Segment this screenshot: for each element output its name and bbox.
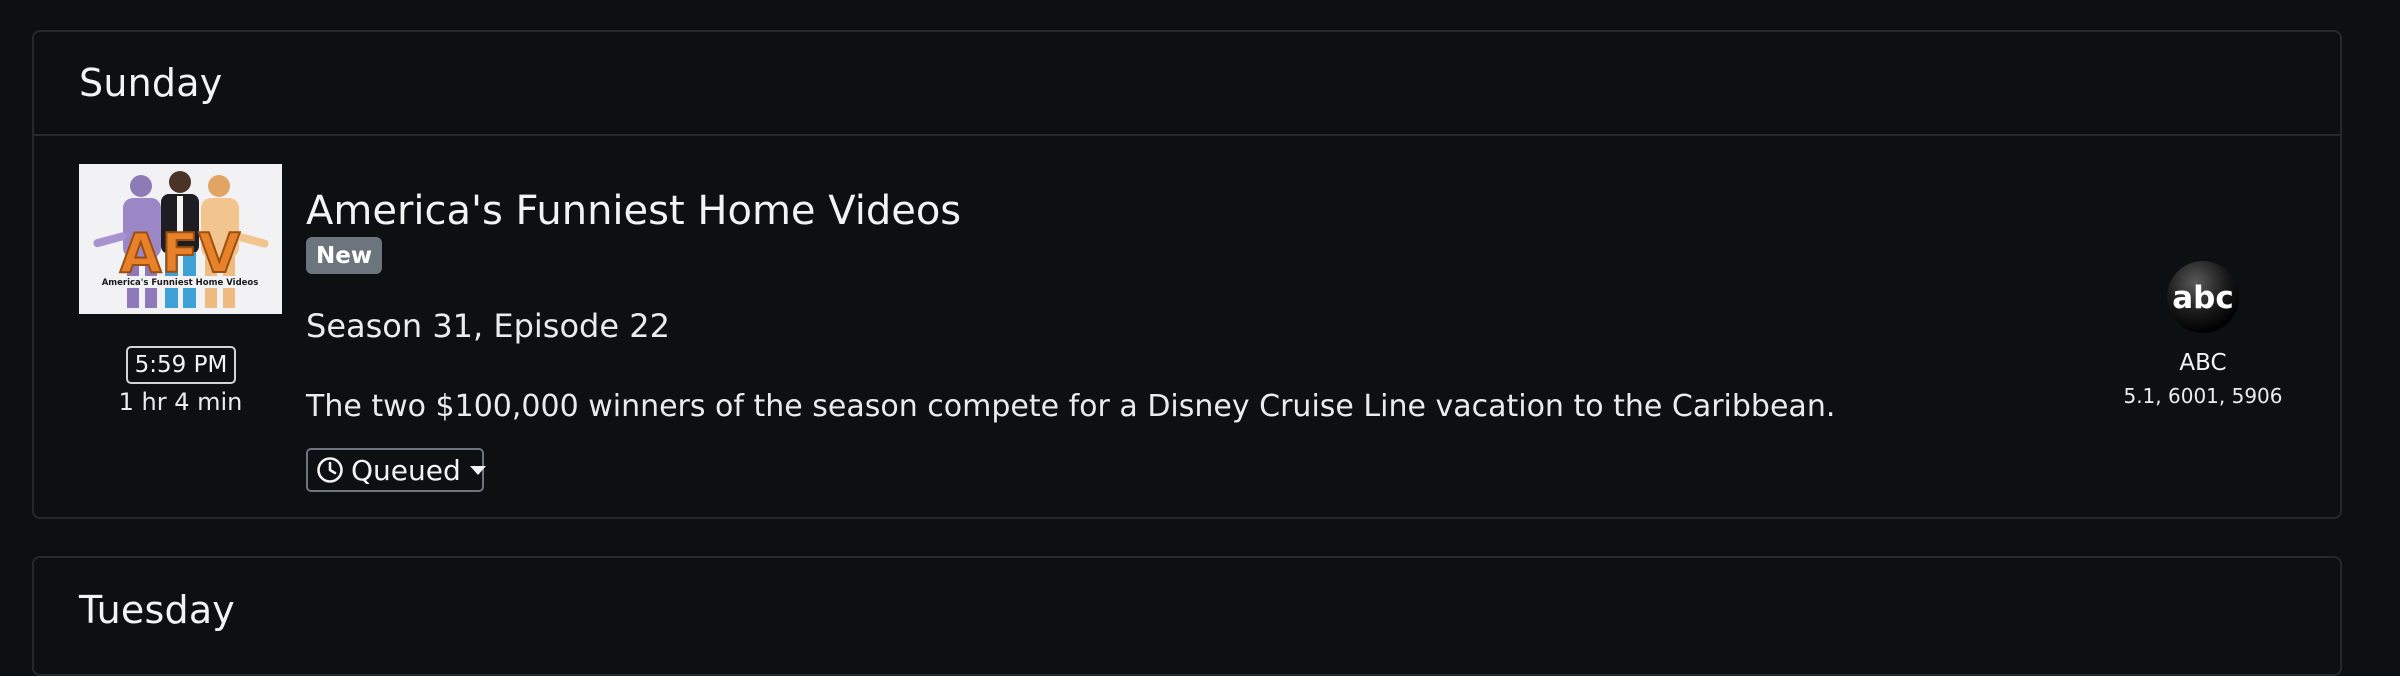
day-header: Sunday	[34, 32, 2340, 136]
svg-text:AFV: AFV	[120, 222, 241, 285]
day-title: Sunday	[79, 61, 223, 105]
schedule-day-card: Sunday AFV America's Funniest Home Video…	[32, 30, 2342, 519]
afv-thumbnail-art: AFV America's Funniest Home Videos	[79, 164, 282, 314]
chevron-down-icon	[469, 465, 486, 475]
recording-status-label: Queued	[351, 453, 461, 487]
program-title[interactable]: America's Funniest Home Videos	[306, 188, 961, 234]
svg-text:America's Funniest Home Videos: America's Funniest Home Videos	[102, 278, 259, 288]
schedule-day-card: Tuesday	[32, 556, 2342, 676]
day-header: Tuesday	[34, 558, 2340, 662]
episode-info: Season 31, Episode 22	[306, 307, 670, 345]
program-duration: 1 hr 4 min	[118, 388, 243, 416]
svg-text:abc: abc	[2172, 280, 2234, 316]
program-description: The two $100,000 winners of the season c…	[306, 389, 1836, 424]
program-thumbnail[interactable]: AFV America's Funniest Home Videos	[79, 164, 282, 314]
network-channels: 5.1, 6001, 5906	[2123, 384, 2283, 408]
recording-status-dropdown[interactable]: Queued	[306, 448, 486, 492]
day-title: Tuesday	[79, 588, 235, 632]
abc-logo-icon: abc	[2148, 260, 2258, 334]
start-time-badge: 5:59 PM	[126, 346, 236, 384]
new-badge: New	[306, 237, 383, 274]
network-name: ABC	[2179, 350, 2227, 376]
clock-icon	[316, 456, 344, 484]
